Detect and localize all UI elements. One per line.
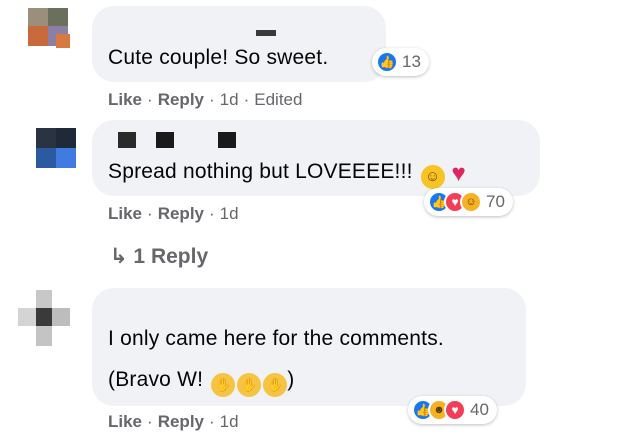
comment-text: Spread nothing but LOVEEEE!!! ☺ ♥: [108, 160, 471, 189]
reaction-summary[interactable]: 👍 ☻ ♥ 40: [408, 396, 497, 424]
separator-dot: ·: [209, 90, 215, 109]
clapping-hands-emoji: ✋: [263, 373, 288, 397]
comment-text-part: ): [287, 368, 295, 391]
comment-actions: Like · Reply · 1d: [108, 204, 239, 224]
commenter-name-redacted[interactable]: [156, 132, 174, 148]
care-icon: ☺: [460, 191, 482, 213]
view-replies-link[interactable]: ↳ 1 Reply: [110, 244, 208, 269]
clapping-hands-emoji: ✋: [237, 373, 262, 397]
clapping-hands-emoji: ✋: [211, 373, 236, 397]
comment-text-body: Spread nothing but LOVEEEE!!!: [108, 160, 413, 183]
comment-text-part: (Bravo W!: [108, 368, 204, 391]
reaction-count: 40: [470, 400, 489, 419]
avatar-pixel: [56, 148, 76, 168]
avatar-commenter-1[interactable]: [18, 8, 78, 68]
separator-dot: ·: [147, 412, 153, 431]
like-link[interactable]: Like: [108, 90, 142, 109]
avatar-commenter-2[interactable]: [36, 128, 96, 188]
separator-dot: ·: [147, 204, 153, 223]
timestamp[interactable]: 1d: [220, 412, 239, 431]
avatar-pixel: [52, 308, 70, 326]
avatar-pixel: [56, 34, 70, 48]
reaction-summary[interactable]: 👍 ♥ ☺ 70: [424, 188, 513, 216]
comment-text-line-2: (Bravo W! ✋ ✋ ✋): [108, 368, 294, 397]
avatar-pixel: [36, 128, 56, 148]
avatar-pixel: [28, 26, 48, 46]
avatar-pixel: [36, 290, 52, 308]
reply-link[interactable]: Reply: [158, 204, 204, 223]
smiling-face-with-hearts-emoji: ☺: [420, 165, 445, 189]
avatar-pixel: [48, 8, 68, 26]
love-icon: ♥: [444, 399, 466, 421]
avatar-commenter-3[interactable]: [18, 290, 78, 350]
avatar-pixel: [36, 148, 56, 168]
avatar-pixel: [56, 128, 76, 148]
comment-text: Cute couple! So sweet.: [108, 46, 329, 69]
commenter-name-redacted[interactable]: [118, 132, 136, 148]
avatar-pixel: [28, 8, 48, 26]
comment-bubble-1: [92, 6, 386, 82]
edited-label: Edited: [254, 90, 303, 109]
timestamp[interactable]: 1d: [220, 204, 239, 223]
like-icon: 👍: [376, 51, 398, 73]
like-link[interactable]: Like: [108, 204, 142, 223]
avatar-pixel: [18, 308, 36, 326]
reply-link[interactable]: Reply: [158, 412, 204, 431]
like-link[interactable]: Like: [108, 412, 142, 431]
comment-actions: Like · Reply · 1d: [108, 412, 239, 432]
separator-dot: ·: [147, 90, 153, 109]
avatar-pixel: [36, 308, 52, 326]
reply-link[interactable]: Reply: [158, 90, 204, 109]
reaction-summary[interactable]: 👍 13: [372, 48, 429, 76]
comment-actions: Like · Reply · 1d · Edited: [108, 90, 302, 110]
avatar-pixel: [36, 326, 52, 346]
separator-dot: ·: [243, 90, 250, 109]
commenter-name-redacted[interactable]: [218, 132, 236, 148]
timestamp[interactable]: 1d: [220, 90, 239, 109]
comment-text-line-1: I only came here for the comments.: [108, 327, 444, 350]
separator-dot: ·: [209, 204, 215, 223]
separator-dot: ·: [209, 412, 215, 431]
reaction-count: 13: [402, 52, 421, 71]
commenter-name-redacted[interactable]: [256, 30, 276, 36]
red-heart-emoji: ♥: [451, 160, 466, 187]
reaction-count: 70: [486, 192, 505, 211]
